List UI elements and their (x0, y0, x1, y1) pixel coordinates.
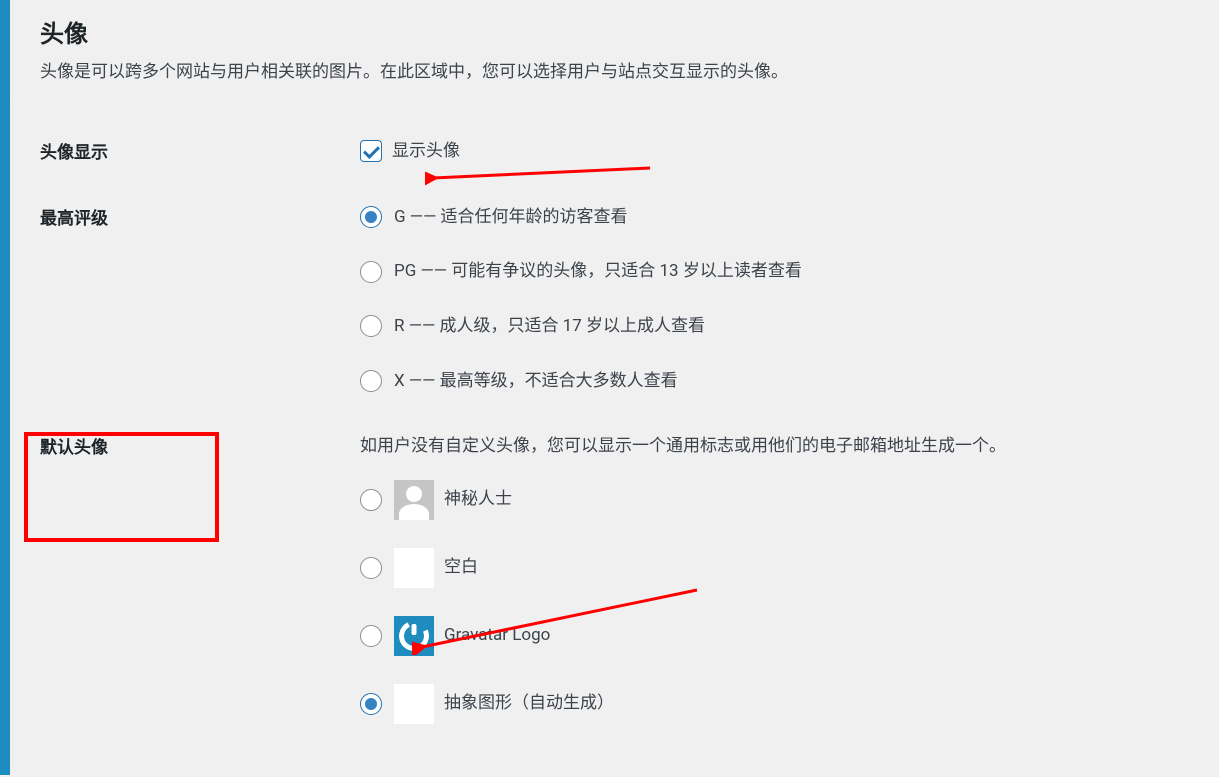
avatar-display-row: 头像显示 显示头像 (40, 126, 1219, 192)
avatar-text-mystery: 神秘人士 (444, 484, 512, 515)
gravatar-logo-icon (394, 616, 434, 656)
avatar-option-gravatar[interactable]: Gravatar Logo (360, 616, 1209, 656)
avatar-option-mystery[interactable]: 神秘人士 (360, 480, 1209, 520)
settings-content: 头像 头像是可以跨多个网站与用户相关联的图片。在此区域中，您可以选择用户与站点交… (40, 0, 1219, 777)
avatar-radio-mystery[interactable] (360, 489, 382, 511)
show-avatar-checkbox[interactable] (360, 140, 382, 162)
annotation-highlight-box (24, 432, 219, 542)
avatar-display-checkbox-row[interactable]: 显示头像 (360, 136, 1209, 167)
avatar-display-label: 头像显示 (40, 126, 360, 192)
rating-radio-r[interactable] (360, 315, 382, 337)
default-avatar-description: 如用户没有自定义头像，您可以显示一个通用标志或用他们的电子邮箱地址生成一个。 (360, 431, 1209, 462)
rating-option-r[interactable]: R —— 成人级，只适合 17 岁以上成人查看 (360, 311, 1209, 342)
avatar-radio-gravatar[interactable] (360, 625, 382, 647)
rating-label: 最高评级 (40, 192, 360, 421)
avatar-option-identicon[interactable]: 抽象图形（自动生成） (360, 684, 1209, 724)
rating-radio-pg[interactable] (360, 261, 382, 283)
avatar-radio-blank[interactable] (360, 557, 382, 579)
section-description: 头像是可以跨多个网站与用户相关联的图片。在此区域中，您可以选择用户与站点交互显示… (40, 59, 1219, 86)
sidebar-notch (0, 90, 10, 110)
avatar-option-blank[interactable]: 空白 (360, 548, 1209, 588)
rating-radio-x[interactable] (360, 370, 382, 392)
section-title: 头像 (40, 14, 1219, 49)
rating-radio-g[interactable] (360, 206, 382, 228)
avatar-text-identicon: 抽象图形（自动生成） (444, 688, 614, 719)
rating-text-x: X —— 最高等级，不适合大多数人查看 (394, 366, 678, 397)
avatar-text-gravatar: Gravatar Logo (444, 620, 550, 651)
show-avatar-label: 显示头像 (392, 136, 460, 167)
rating-option-pg[interactable]: PG —— 可能有争议的头像，只适合 13 岁以上读者查看 (360, 256, 1209, 287)
mystery-avatar-icon (394, 480, 434, 520)
rating-option-g[interactable]: G —— 适合任何年龄的访客查看 (360, 202, 1209, 233)
rating-option-x[interactable]: X —— 最高等级，不适合大多数人查看 (360, 366, 1209, 397)
blank-avatar-icon (394, 548, 434, 588)
rating-text-g: G —— 适合任何年龄的访客查看 (394, 202, 628, 233)
avatar-radio-identicon[interactable] (360, 693, 382, 715)
identicon-avatar-icon (394, 684, 434, 724)
rating-text-pg: PG —— 可能有争议的头像，只适合 13 岁以上读者查看 (394, 256, 802, 287)
sidebar-edge (0, 0, 10, 775)
avatar-text-blank: 空白 (444, 552, 478, 583)
rating-row: 最高评级 G —— 适合任何年龄的访客查看 PG —— 可能有争议的头像，只适合… (40, 192, 1219, 421)
rating-text-r: R —— 成人级，只适合 17 岁以上成人查看 (394, 311, 705, 342)
